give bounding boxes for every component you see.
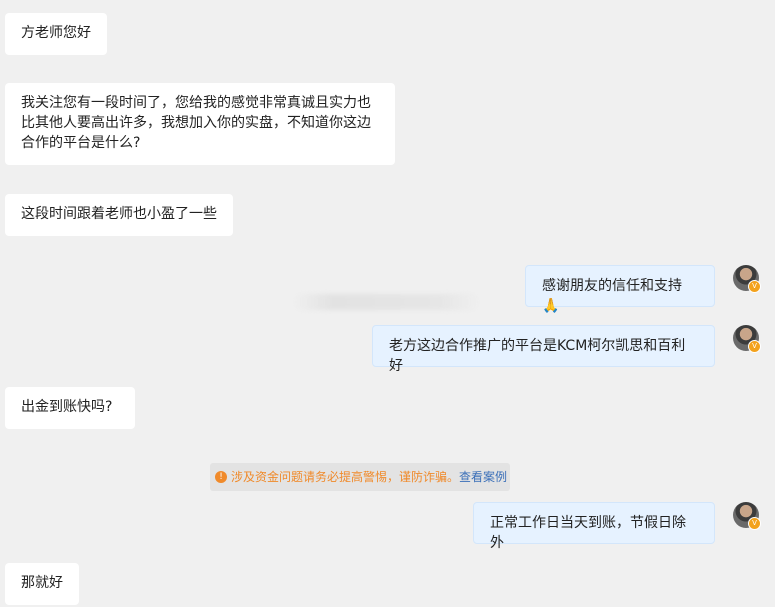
message-bubble-left: 出金到账快吗? (5, 387, 135, 429)
avatar[interactable]: V (733, 265, 761, 293)
view-cases-link[interactable]: 查看案例 (459, 470, 507, 484)
notice-text: 涉及资金问题请务必提高警惕，谨防诈骗。 (231, 470, 460, 484)
info-icon: ! (215, 470, 227, 483)
verified-badge-icon: V (748, 280, 761, 293)
message-bubble-left: 我关注您有一段时间了，您给我的感觉非常真诚且实力也比其他人要高出许多，我想加入你… (5, 83, 395, 165)
verified-badge-icon: V (748, 517, 761, 530)
avatar[interactable]: V (733, 502, 761, 530)
verified-badge-icon: V (748, 340, 761, 353)
message-bubble-left: 这段时间跟着老师也小盈了一些 (5, 194, 233, 236)
message-bubble-right: 感谢朋友的信任和支持🙏 (525, 265, 715, 314)
avatar[interactable]: V (733, 325, 761, 353)
blurred-content (294, 294, 479, 310)
message-bubble-right: 老方这边合作推广的平台是KCM柯尔凯思和百利好 (372, 325, 715, 374)
message-bubble-left: 方老师您好 (5, 13, 107, 55)
message-bubble-right: 正常工作日当天到账，节假日除外 (473, 502, 715, 551)
security-notice: ! 涉及资金问题请务必提高警惕，谨防诈骗。查看案例 (210, 463, 510, 491)
message-bubble-left: 那就好 (5, 563, 79, 605)
